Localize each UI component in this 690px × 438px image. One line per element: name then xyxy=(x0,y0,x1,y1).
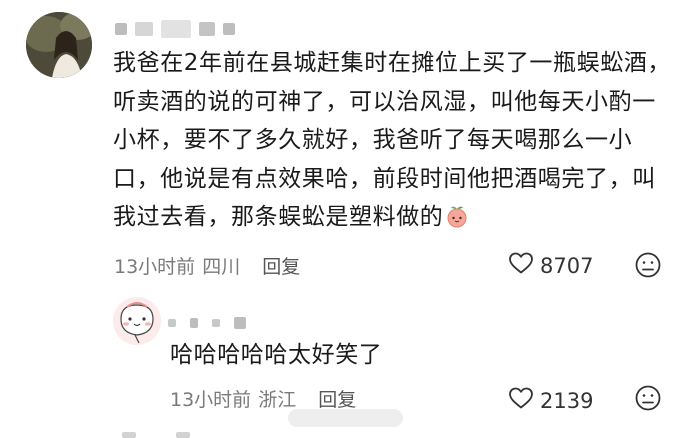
replier-avatar[interactable] xyxy=(113,297,161,345)
heart-outline-icon xyxy=(508,386,534,415)
comment-text: 我爸在2年前在县城赶集时在摊位上买了一瓶蜈蚣酒，听卖酒的说的可神了，可以治风湿，… xyxy=(113,44,673,241)
comment-reply-button[interactable]: 回复 xyxy=(262,252,300,279)
frown-face-icon xyxy=(634,252,662,283)
frown-face-icon xyxy=(634,385,662,416)
reply-reply-button[interactable]: 回复 xyxy=(318,385,356,412)
commenter-avatar[interactable] xyxy=(26,12,92,78)
reply-time: 13小时前 xyxy=(170,389,252,411)
watermark xyxy=(288,409,403,427)
next-comment-redacted xyxy=(122,432,190,438)
reply-text: 哈哈哈哈哈太好笑了 xyxy=(170,342,383,368)
reply-location: 浙江 xyxy=(258,389,297,411)
replier-name-redacted xyxy=(168,317,246,329)
reply-like-button[interactable]: 2139 xyxy=(508,386,593,415)
comment-body: 我爸在2年前在县城赶集时在摊位上买了一瓶蜈蚣酒，听卖酒的说的可神了，可以治风湿，… xyxy=(113,50,672,230)
reply-dislike-button[interactable] xyxy=(634,384,662,416)
comment-like-count: 8707 xyxy=(540,253,594,278)
peach-face-emoji xyxy=(445,202,469,241)
commenter-name-redacted xyxy=(115,20,235,38)
heart-outline-icon xyxy=(508,251,534,280)
comment-meta: 13小时前 四川 回复 xyxy=(114,252,300,279)
comment-time: 13小时前 xyxy=(114,256,196,278)
comment-like-button[interactable]: 8707 xyxy=(508,251,593,280)
reply-meta: 13小时前 浙江 回复 xyxy=(170,385,356,412)
reply-like-count: 2139 xyxy=(540,388,594,413)
comment-location: 四川 xyxy=(202,256,241,278)
comment-dislike-button[interactable] xyxy=(634,251,662,283)
